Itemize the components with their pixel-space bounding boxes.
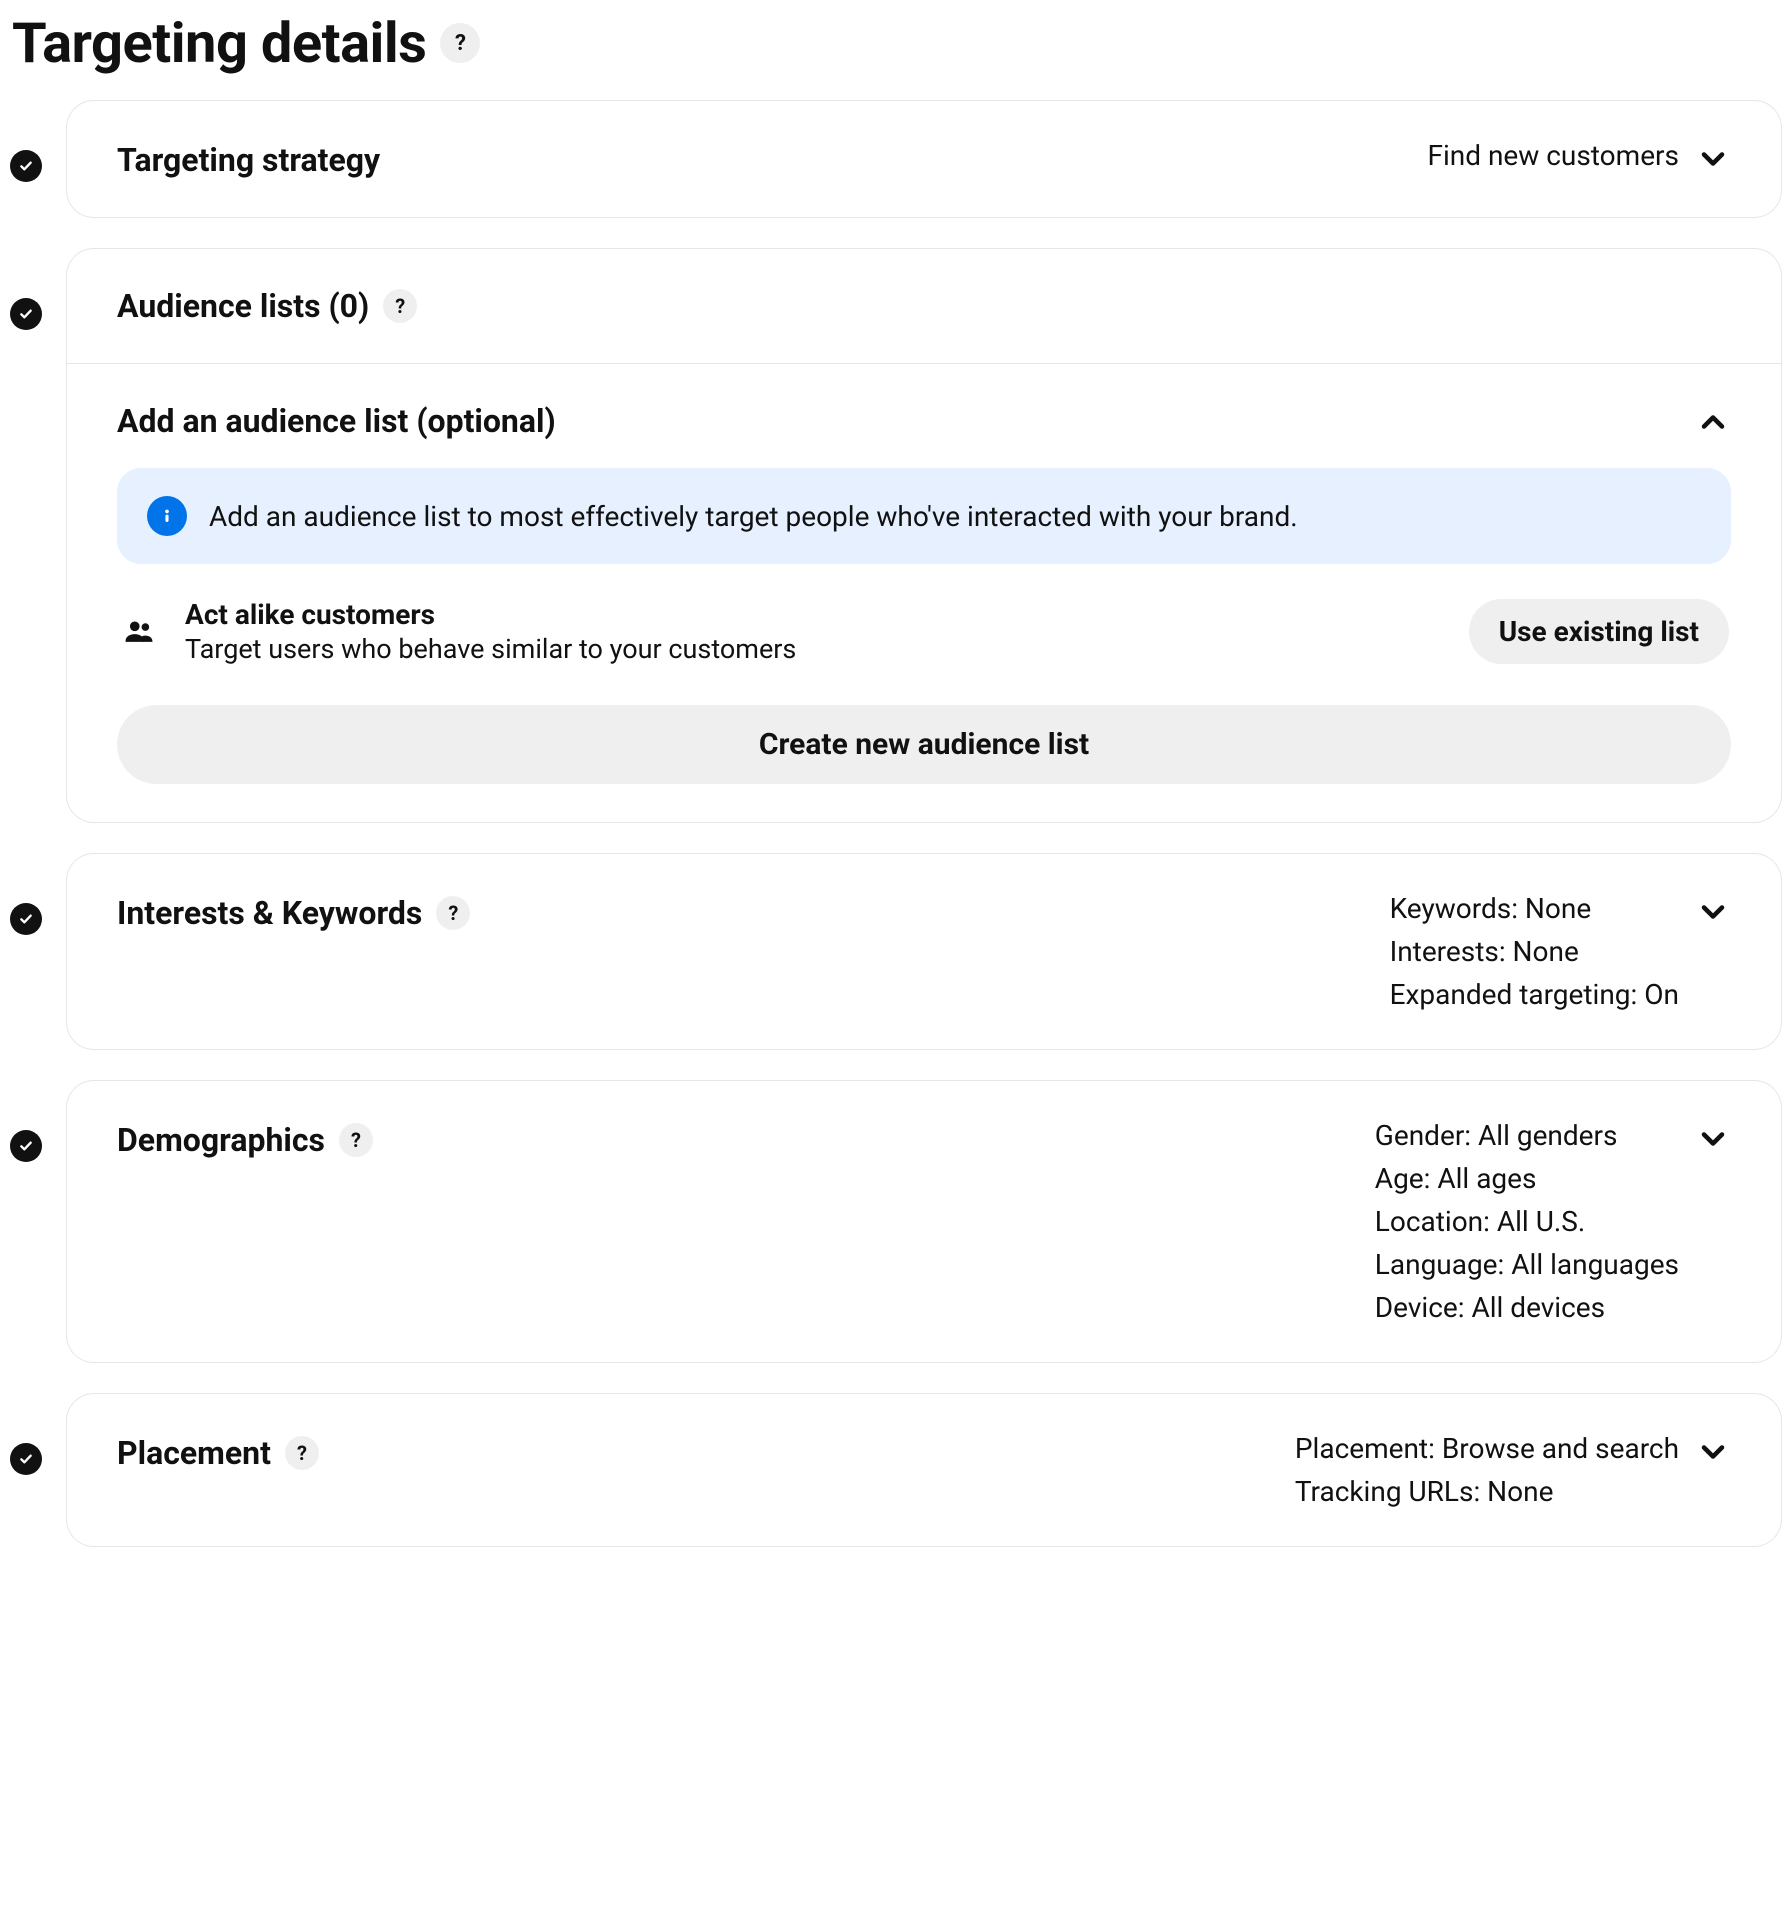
chevron-down-icon[interactable] (1695, 894, 1731, 930)
summary-line: Interests: None (1390, 935, 1679, 968)
help-icon[interactable]: ? (436, 896, 470, 930)
summary-line: Keywords: None (1390, 892, 1679, 925)
summary-line: Language: All languages (1375, 1248, 1679, 1281)
summary-line: Tracking URLs: None (1295, 1475, 1679, 1508)
people-icon (119, 615, 159, 649)
card-interests-keywords: Interests & Keywords ? Keywords: None In… (66, 853, 1782, 1050)
summary-line: Age: All ages (1375, 1162, 1679, 1195)
info-icon (147, 496, 187, 536)
subsection-title: Add an audience list (optional) (117, 402, 556, 440)
act-alike-row: Act alike customers Target users who beh… (117, 598, 1731, 665)
help-icon[interactable]: ? (285, 1436, 319, 1470)
help-icon[interactable]: ? (383, 289, 417, 323)
chevron-down-icon[interactable] (1695, 1434, 1731, 1470)
create-new-audience-list-button[interactable]: Create new audience list (117, 705, 1731, 784)
chevron-down-icon[interactable] (1695, 141, 1731, 177)
page-header: Targeting details ? (10, 10, 1782, 76)
check-icon (10, 150, 42, 182)
help-icon[interactable]: ? (440, 23, 480, 63)
page-title: Targeting details (12, 10, 426, 76)
check-icon (10, 298, 42, 330)
act-alike-title: Act alike customers (185, 598, 1443, 631)
summary-line: Location: All U.S. (1375, 1205, 1679, 1238)
card-title: Placement (117, 1434, 271, 1472)
card-title: Demographics (117, 1121, 325, 1159)
help-icon[interactable]: ? (339, 1123, 373, 1157)
act-alike-subtitle: Target users who behave similar to your … (185, 633, 1443, 665)
use-existing-list-button[interactable]: Use existing list (1469, 599, 1729, 664)
check-icon (10, 903, 42, 935)
card-placement: Placement ? Placement: Browse and search… (66, 1393, 1782, 1547)
chevron-up-icon[interactable] (1695, 404, 1731, 440)
info-banner: Add an audience list to most effectively… (117, 468, 1731, 564)
card-title: Targeting strategy (117, 141, 380, 179)
summary-line: Device: All devices (1375, 1291, 1679, 1324)
summary-line: Expanded targeting: On (1390, 978, 1679, 1011)
check-icon (10, 1130, 42, 1162)
summary-line: Gender: All genders (1375, 1119, 1679, 1152)
summary-line: Placement: Browse and search (1295, 1432, 1679, 1465)
card-title: Audience lists (0) (117, 287, 369, 325)
summary-line: Find new customers (1427, 139, 1679, 172)
check-icon (10, 1443, 42, 1475)
card-title: Interests & Keywords (117, 894, 422, 932)
card-targeting-strategy: Targeting strategy Find new customers (66, 100, 1782, 218)
card-audience-lists: Audience lists (0) ? Add an audience lis… (66, 248, 1782, 823)
card-demographics: Demographics ? Gender: All genders Age: … (66, 1080, 1782, 1363)
info-text: Add an audience list to most effectively… (209, 500, 1298, 533)
chevron-down-icon[interactable] (1695, 1121, 1731, 1157)
